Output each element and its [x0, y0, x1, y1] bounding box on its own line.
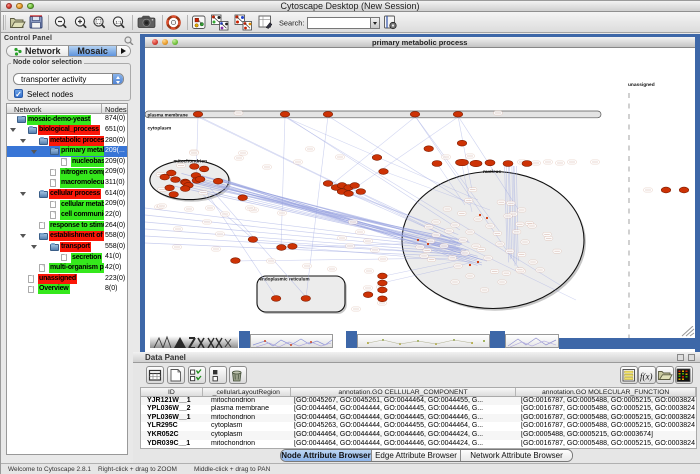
svg-text:f(x): f(x): [640, 372, 653, 382]
svg-text:Search:: Search:: [279, 18, 304, 27]
svg-text:endoplasmic reticulum: endoplasmic reticulum: [260, 277, 310, 282]
svg-text:cytoplasm: cytoplasm: [148, 126, 172, 132]
svg-text:nucleus: nucleus: [483, 169, 501, 175]
svg-text:unassigned: unassigned: [628, 82, 655, 88]
svg-text:plasma membrane: plasma membrane: [148, 112, 189, 117]
